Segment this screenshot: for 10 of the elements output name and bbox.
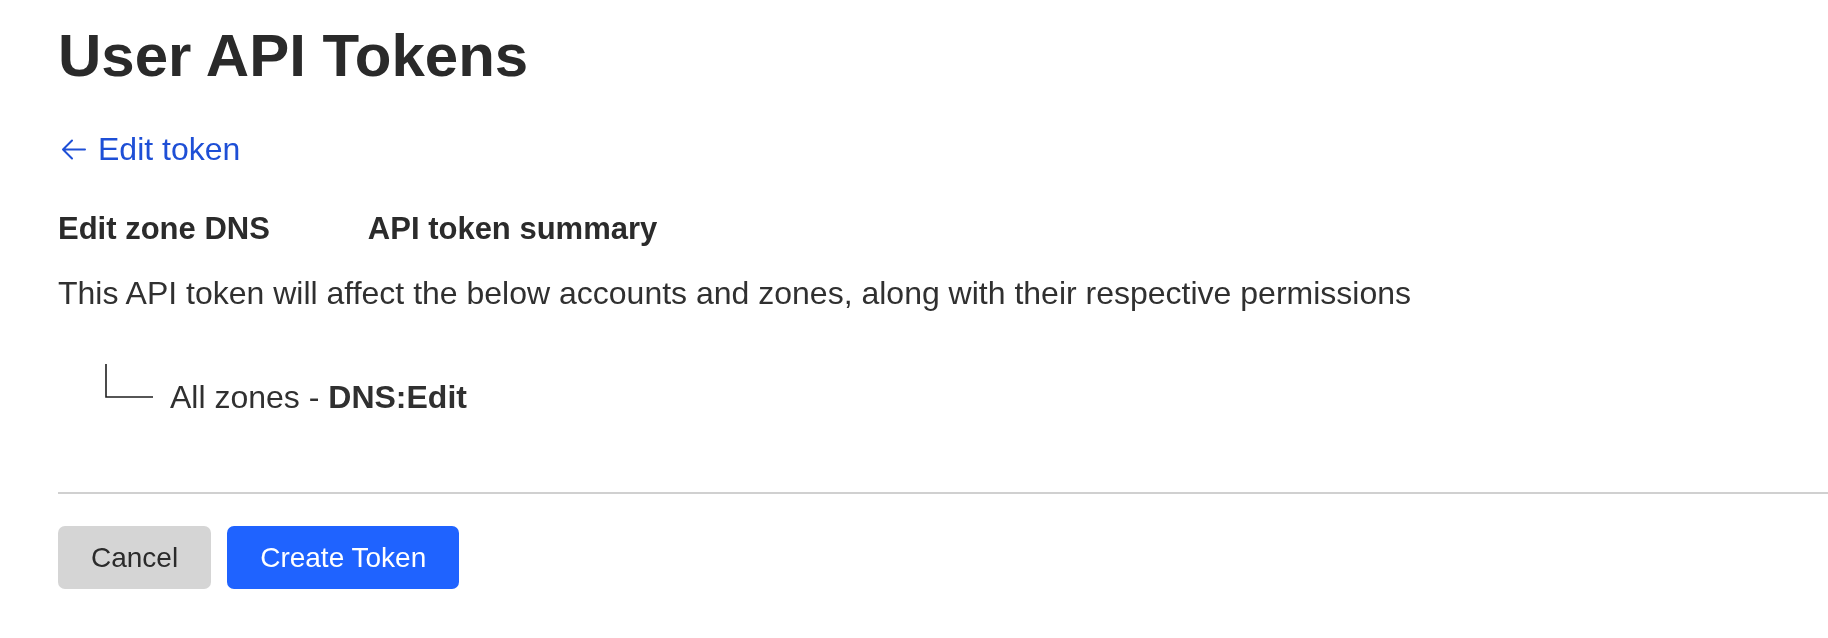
- back-link[interactable]: Edit token: [61, 129, 241, 169]
- create-token-button[interactable]: Create Token: [227, 526, 460, 589]
- page-title: User API Tokens: [58, 21, 529, 91]
- token-name: Edit zone DNS: [58, 210, 270, 248]
- summary-heading: API token summary: [367, 210, 658, 248]
- description-text: This API token will affect the below accounts and zones, along with their respective permissions: [58, 274, 1411, 313]
- cancel-button[interactable]: Cancel: [58, 526, 212, 589]
- resource-permission: All zones - DNS:Edit: [170, 378, 467, 417]
- arrow-left-icon: [61, 138, 86, 160]
- tree-connector-icon: [105, 364, 153, 398]
